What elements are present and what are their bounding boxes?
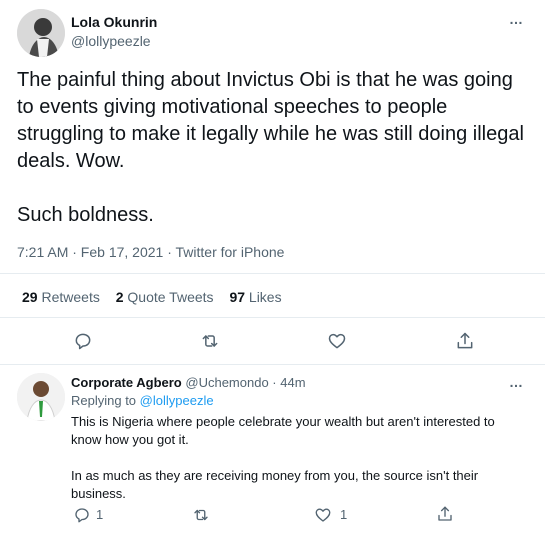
divider: [0, 364, 545, 365]
reply-reply-count: 1: [96, 507, 104, 522]
more-options-icon[interactable]: …: [509, 12, 524, 26]
reply-time[interactable]: · 44m: [272, 375, 305, 390]
reply-retweet-icon[interactable]: [191, 506, 211, 524]
retweets-count: 29: [22, 289, 38, 305]
tweet-timestamp[interactable]: 7:21 AM · Feb 17, 2021 · Twitter for iPh…: [17, 244, 284, 260]
quotes-label: Quote Tweets: [127, 289, 214, 305]
retweets-label: Retweets: [41, 289, 100, 305]
author-avatar[interactable]: [17, 9, 65, 57]
divider: [0, 317, 545, 318]
reply-author-avatar[interactable]: [17, 373, 65, 421]
reply-more-options-icon[interactable]: …: [509, 375, 524, 389]
quotes-count: 2: [115, 289, 124, 305]
likes-label: Likes: [248, 289, 282, 305]
author-handle[interactable]: @lollypeezle: [71, 33, 151, 49]
reply-like-count: 1: [340, 507, 348, 522]
reply-reply-icon[interactable]: [73, 506, 91, 524]
tweet-text: The painful thing about Invictus Obi is …: [17, 69, 524, 226]
reply-like-icon[interactable]: [314, 506, 332, 524]
reply-avatar-photo: [17, 373, 65, 421]
quotes-stat[interactable]: 2 Quote Tweets: [116, 289, 218, 305]
likes-count: 97: [229, 289, 246, 305]
retweets-stat[interactable]: 29 Retweets: [22, 289, 104, 305]
replying-to-handle[interactable]: @lollypeezle: [140, 393, 214, 408]
reply-share-icon[interactable]: [436, 505, 454, 523]
author-name[interactable]: Lola Okunrin: [71, 14, 157, 30]
reply-author-name[interactable]: Corporate Agbero: [71, 375, 182, 390]
tweet-stats: 29 Retweets 2 Quote Tweets 97 Likes: [22, 289, 282, 305]
replying-to-label: Replying to: [71, 393, 137, 408]
reply-header: Corporate Agbero @Uchemondo · 44m: [71, 375, 306, 390]
retweet-icon[interactable]: [199, 331, 221, 351]
reply-icon[interactable]: [73, 331, 93, 351]
avatar-photo: [17, 9, 65, 57]
likes-stat[interactable]: 97 Likes: [229, 289, 281, 305]
like-icon[interactable]: [327, 331, 347, 351]
reply-text: This is Nigeria where people celebrate y…: [71, 414, 495, 501]
reply-author-handle[interactable]: @Uchemondo: [185, 375, 268, 390]
replying-to: Replying to @lollypeezle: [71, 393, 214, 408]
divider: [0, 273, 545, 274]
share-icon[interactable]: [455, 331, 475, 351]
